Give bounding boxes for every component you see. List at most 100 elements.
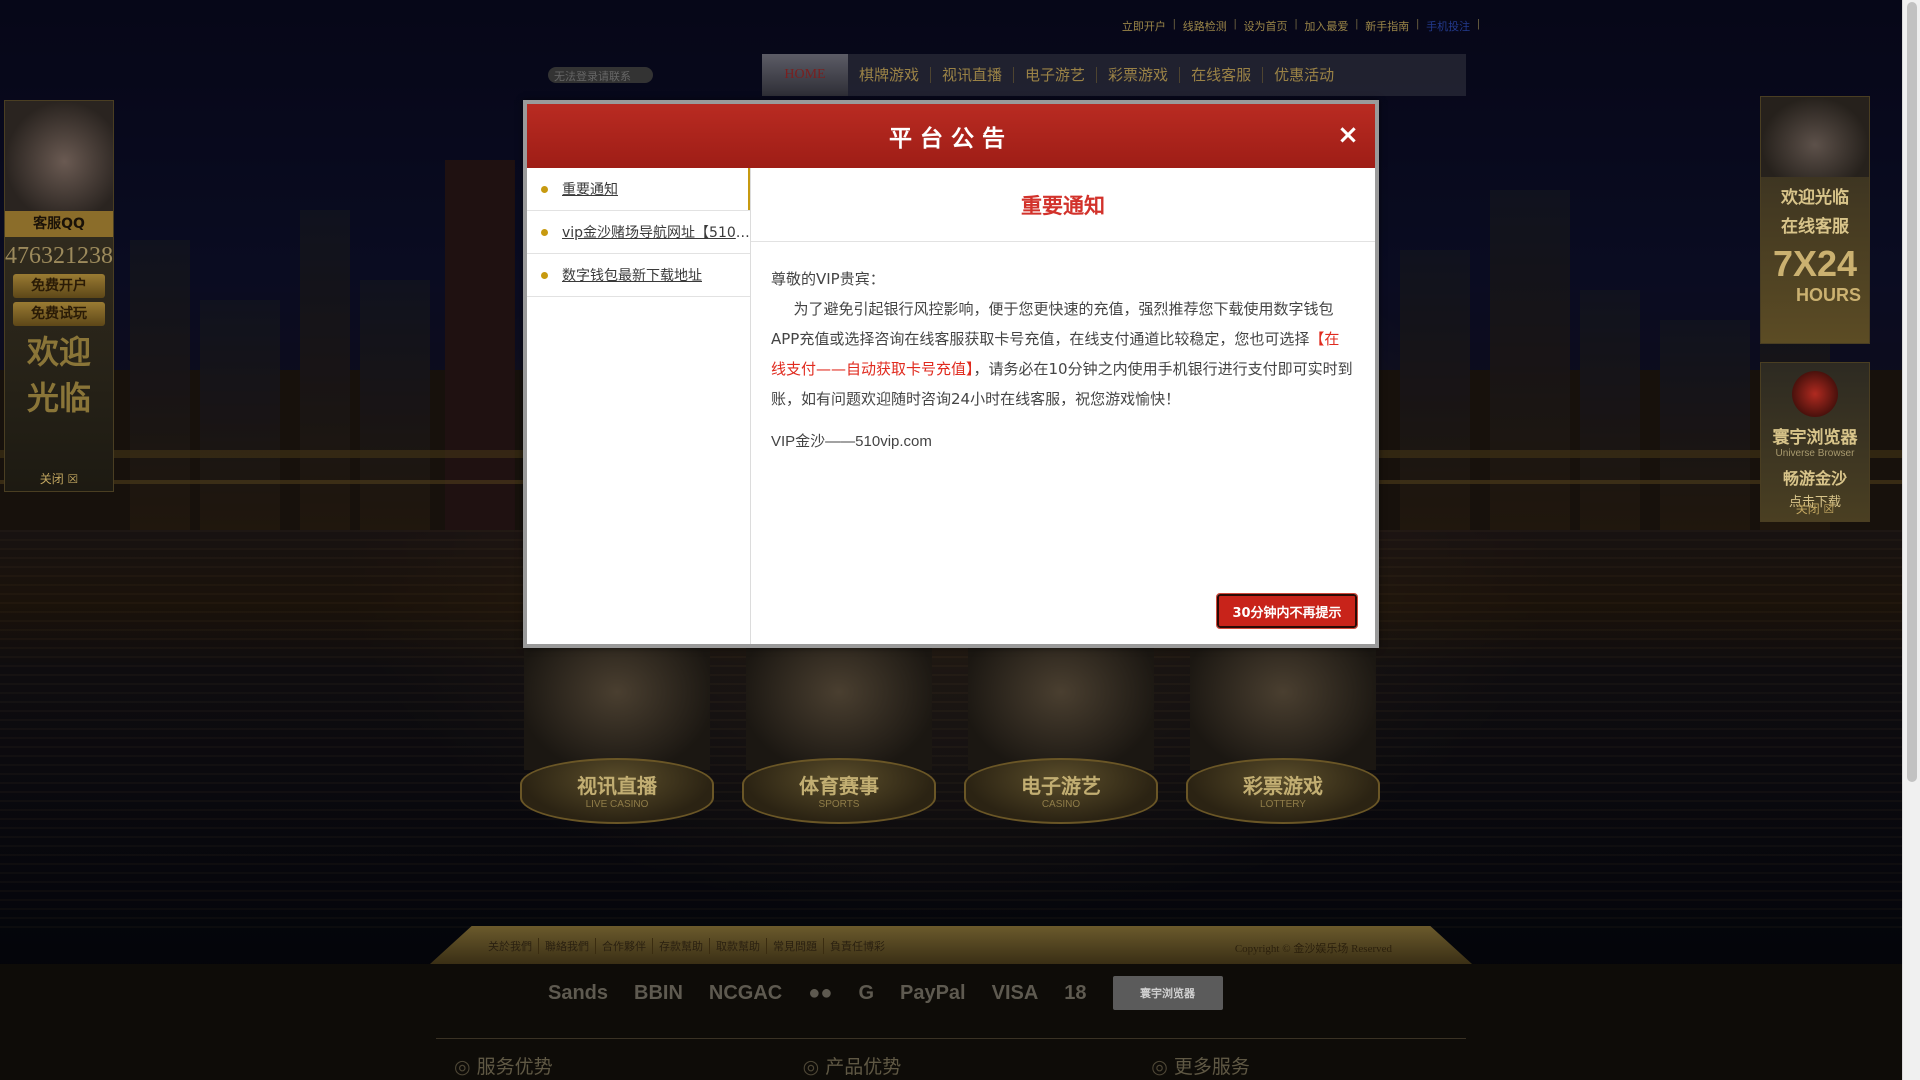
footer-link[interactable]: 关於我們 xyxy=(482,938,538,954)
right-float-browser[interactable]: 寰宇浏览器 Universe Browser 畅游金沙 点击下载 关闭 ☒ xyxy=(1760,362,1870,522)
close-icon[interactable]: × xyxy=(1335,122,1361,148)
notice-list: 重要通知 vip金沙赌场导航网址【510vip.com】 数字钱包最新下载地址 xyxy=(527,168,751,644)
nav-item-lottery[interactable]: 彩票游戏 xyxy=(1096,67,1179,83)
welcome-line-2: 光临 xyxy=(26,379,91,417)
host-portrait xyxy=(5,101,113,211)
notice-greeting: 尊敬的VIP贵宾： xyxy=(771,270,885,288)
notice-item-label: vip金沙赌场导航网址【510vip.com】 xyxy=(562,225,750,241)
notice-paragraph: 为了避免引起银行风控影响，便于您更快速的充值，强烈推荐您下载使用数字钱包APP充… xyxy=(771,294,1353,414)
qq-number: 476321238 xyxy=(5,243,113,269)
notice-paragraph-start: 为了避免引起银行风控影响，便于您更快速的充值，强烈推荐您下载使用数字钱包APP充… xyxy=(771,300,1334,348)
game-categories: 视讯直播 LIVE CASINO 体育赛事 SPORTS 电子游艺 CASINO 彩票… xyxy=(520,640,1380,840)
top-link-line-check[interactable]: 线路检测 xyxy=(1176,18,1234,34)
notice-item-label: 重要通知 xyxy=(562,182,618,198)
partner-logos: Sands BBIN NCGAC ●● G PayPal VISA 18 寰宇浏… xyxy=(548,976,1223,1010)
notice-title: 重要通知 xyxy=(751,168,1375,242)
top-links: 立即开户 | 线路检测 | 设为首页 | 加入最爱 | 新手指南 | 手机投注 | xyxy=(1115,18,1480,34)
game-tile-live[interactable]: 视讯直播 LIVE CASINO xyxy=(520,640,714,830)
service-heading: 服务优势 xyxy=(454,1052,553,1079)
right-float-support[interactable]: 欢迎光临 在线客服 7X24 HOURS xyxy=(1760,96,1870,344)
support-hours-label: HOURS xyxy=(1795,285,1861,305)
browser-subtitle: Universe Browser xyxy=(1775,448,1855,459)
browser-badge[interactable]: 寰宇浏览器 xyxy=(1112,976,1223,1010)
game-tile-sports[interactable]: 体育赛事 SPORTS xyxy=(742,640,936,830)
notice-content: 重要通知 尊敬的VIP贵宾： 为了避免引起银行风控影响，便于您更快速的充值，强烈… xyxy=(751,168,1375,644)
service-heading: 产品优势 xyxy=(803,1052,901,1079)
game-tile-casino[interactable]: 电子游艺 CASINO xyxy=(964,640,1158,830)
notice-text: 尊敬的VIP贵宾： 为了避免引起银行风控影响，便于您更快速的充值，强烈推荐您下载… xyxy=(751,242,1375,414)
footer-link[interactable]: 聯絡我們 xyxy=(538,938,595,954)
top-link-open-account[interactable]: 立即开户 xyxy=(1115,18,1173,34)
lottery-image xyxy=(1190,640,1376,770)
modal-title: 平台公告 xyxy=(889,126,1013,152)
partner-logo: Sands xyxy=(548,981,609,1004)
announcement-modal: 平台公告 × 重要通知 vip金沙赌场导航网址【510vip.com】 数字钱包… xyxy=(523,100,1379,648)
top-link-mobile[interactable]: 手机投注 xyxy=(1419,18,1477,34)
host-portrait xyxy=(1761,97,1869,177)
main-nav: HOME 棋牌游戏 视讯直播 电子游艺 彩票游戏 在线客服 优惠活动 xyxy=(762,54,1466,96)
nav-item-support[interactable]: 在线客服 xyxy=(1179,67,1262,83)
partner-logo: ●● xyxy=(808,981,833,1004)
notice-item-nav-url[interactable]: vip金沙赌场导航网址【510vip.com】 xyxy=(527,211,750,254)
game-tile-lottery[interactable]: 彩票游戏 LOTTERY xyxy=(1186,640,1380,830)
footer-divider xyxy=(436,1038,1466,1039)
left-float-panel: 客服QQ 476321238 免费开户 免费试玩 欢迎 光临 关闭 ☒ xyxy=(4,100,114,492)
notice-item-label: 数字钱包最新下载地址 xyxy=(562,268,702,284)
game-subtitle: LOTTERY xyxy=(1260,799,1306,810)
nav-item-promotions[interactable]: 优惠活动 xyxy=(1262,67,1345,83)
game-title: 体育赛事 xyxy=(799,774,879,798)
footer-link[interactable]: 常見問題 xyxy=(766,938,823,954)
browser-logo-icon xyxy=(1792,371,1838,417)
login-hint-box[interactable]: 无法登录请联系 xyxy=(548,67,653,83)
notice-item-important[interactable]: 重要通知 xyxy=(527,168,750,211)
bullet-icon xyxy=(541,185,548,193)
game-subtitle: SPORTS xyxy=(818,799,860,810)
modal-body: 重要通知 vip金沙赌场导航网址【510vip.com】 数字钱包最新下载地址 … xyxy=(527,168,1375,644)
nav-item-chess[interactable]: 棋牌游戏 xyxy=(848,67,930,83)
qq-label[interactable]: 客服QQ xyxy=(5,211,113,237)
footer-link[interactable]: 存款幫助 xyxy=(652,938,709,954)
nav-item-slots[interactable]: 电子游艺 xyxy=(1013,67,1096,83)
free-register-button[interactable]: 免费开户 xyxy=(13,274,105,298)
service-headings: 服务优势 产品优势 更多服务 xyxy=(454,1052,1250,1079)
right-panel-close[interactable]: 关闭 ☒ xyxy=(1761,500,1869,517)
bullet-icon xyxy=(541,228,548,236)
game-subtitle: LIVE CASINO xyxy=(585,799,649,810)
footer-links: 关於我們 聯絡我們 合作夥伴 存款幫助 取款幫助 常見問題 負責任博彩 xyxy=(482,938,891,954)
footer-link[interactable]: 合作夥伴 xyxy=(595,938,652,954)
service-heading: 更多服务 xyxy=(1151,1052,1250,1079)
nav-home[interactable]: HOME xyxy=(762,54,848,96)
footer-link[interactable]: 負責任博彩 xyxy=(823,938,891,954)
top-link-guide[interactable]: 新手指南 xyxy=(1358,18,1416,34)
left-panel-close[interactable]: 关闭 ☒ xyxy=(5,470,113,487)
free-trial-button[interactable]: 免费试玩 xyxy=(13,302,105,326)
live-casino-image xyxy=(524,640,710,770)
support-online: 在线客服 xyxy=(1781,217,1849,237)
modal-header: 平台公告 × xyxy=(527,104,1375,168)
game-title: 电子游艺 xyxy=(1021,774,1101,798)
browser-slogan: 畅游金沙 xyxy=(1782,469,1847,488)
notice-item-wallet[interactable]: 数字钱包最新下载地址 xyxy=(527,254,750,297)
notice-signature: VIP金沙——510vip.com xyxy=(771,433,932,450)
footer-bar: 关於我們 聯絡我們 合作夥伴 存款幫助 取款幫助 常見問題 負責任博彩 Copy… xyxy=(430,926,1472,964)
page-scrollbar[interactable] xyxy=(1902,0,1920,1080)
game-title: 彩票游戏 xyxy=(1243,774,1323,798)
partner-logo: BBIN xyxy=(634,981,683,1004)
partner-logo: PayPal xyxy=(900,981,966,1004)
partner-logo: VISA xyxy=(991,981,1039,1004)
game-subtitle: CASINO xyxy=(1041,799,1081,810)
support-welcome: 欢迎光临 xyxy=(1781,188,1849,208)
game-title: 视讯直播 xyxy=(577,774,657,798)
copyright: Copyright © 金沙娱乐场 Reserved xyxy=(1234,943,1392,955)
bullet-icon xyxy=(541,271,548,279)
nav-item-live[interactable]: 视讯直播 xyxy=(930,67,1013,83)
top-link-set-home[interactable]: 设为首页 xyxy=(1237,18,1295,34)
sports-image xyxy=(746,640,932,770)
partner-logo: G xyxy=(858,981,874,1004)
browser-title: 寰宇浏览器 xyxy=(1772,428,1858,448)
scrollbar-thumb[interactable] xyxy=(1907,2,1917,782)
dismiss-30min-button[interactable]: 30分钟内不再提示 xyxy=(1216,593,1358,629)
top-link-favorite[interactable]: 加入最爱 xyxy=(1297,18,1355,34)
footer-link[interactable]: 取款幫助 xyxy=(709,938,766,954)
partner-logo: 18 xyxy=(1064,981,1087,1004)
